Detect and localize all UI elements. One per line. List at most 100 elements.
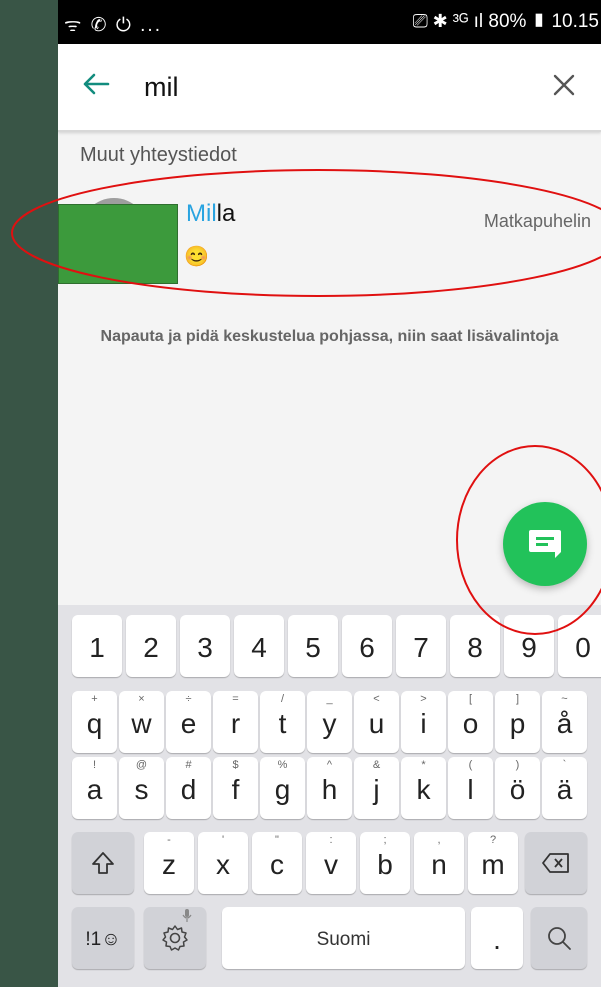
- battery-icon: ▮: [531, 11, 547, 32]
- key-secondary-label: `: [562, 759, 567, 771]
- key-h[interactable]: ^ h: [307, 757, 352, 819]
- key-4[interactable]: 4: [234, 615, 284, 677]
- key-5[interactable]: 5: [288, 615, 338, 677]
- key-label: ö: [509, 774, 526, 805]
- key-secondary-label: _: [326, 693, 333, 705]
- key-secondary-label: !: [92, 759, 97, 771]
- status-right-icons: ⎚ ✱ ³ᴳ ıl: [412, 11, 484, 32]
- key-å[interactable]: ~ å: [542, 691, 587, 753]
- key-a[interactable]: ! a: [72, 757, 117, 819]
- key-i[interactable]: > i: [401, 691, 446, 753]
- back-arrow-icon[interactable]: [78, 66, 114, 102]
- key-t[interactable]: / t: [260, 691, 305, 753]
- key-secondary-label: ": [275, 834, 279, 846]
- key-m[interactable]: ? m: [468, 832, 518, 894]
- key-label: d: [180, 774, 197, 805]
- key-label: 0: [575, 632, 591, 663]
- contact-name-rest: la: [216, 200, 236, 227]
- key-label: ä: [556, 774, 573, 805]
- key-k[interactable]: * k: [401, 757, 446, 819]
- key-label: g: [274, 774, 291, 805]
- key-label: f: [231, 774, 240, 805]
- search-key[interactable]: [531, 907, 587, 969]
- key-v[interactable]: :v: [306, 832, 356, 894]
- phone-screen: ᯤ ✆ ⏻ ... ⎚ ✱ ³ᴳ ıl 80% ▮ 10.15 mil Muut…: [58, 0, 601, 987]
- key-ä[interactable]: ` ä: [542, 757, 587, 819]
- key-j[interactable]: & j: [354, 757, 399, 819]
- key-q[interactable]: + q: [72, 691, 117, 753]
- key-f[interactable]: $ f: [213, 757, 258, 819]
- key-x[interactable]: ' x: [198, 832, 248, 894]
- key-b[interactable]: ; b: [360, 832, 410, 894]
- key-w[interactable]: × w: [119, 691, 164, 753]
- key-label: z: [162, 849, 176, 880]
- keyboard-settings-key[interactable]: [144, 907, 206, 969]
- hint-text: Napauta ja pidä keskustelua pohjassa, ni…: [100, 328, 559, 345]
- key-label: e: [180, 708, 197, 739]
- key-3[interactable]: 3: [180, 615, 230, 677]
- contact-name: Milla: [186, 200, 235, 228]
- key-p[interactable]: ] p: [495, 691, 540, 753]
- key-ö[interactable]: ) ö: [495, 757, 540, 819]
- key-secondary-label: $: [232, 759, 239, 771]
- new-message-button[interactable]: [503, 502, 587, 586]
- search-bar: mil: [58, 44, 601, 132]
- key-7[interactable]: 7: [396, 615, 446, 677]
- status-left-icons: ᯤ ✆ ⏻ ...: [64, 15, 162, 36]
- key-label: i: [420, 708, 427, 739]
- key-g[interactable]: % g: [260, 757, 305, 819]
- key-1[interactable]: 1: [72, 615, 122, 677]
- clear-search-icon[interactable]: [549, 70, 579, 100]
- status-right: ⎚ ✱ ³ᴳ ıl 80% ▮ 10.15: [413, 11, 599, 33]
- key-u[interactable]: < u: [354, 691, 399, 753]
- key-label: j: [373, 774, 380, 805]
- key-label: v: [324, 849, 338, 880]
- key-label: m: [481, 849, 505, 880]
- battery-level: 80%: [488, 11, 527, 32]
- key-r[interactable]: = r: [213, 691, 258, 753]
- symbols-key[interactable]: !1☺: [72, 907, 134, 969]
- key-secondary-label: &: [372, 759, 381, 771]
- key-c[interactable]: " c: [252, 832, 302, 894]
- key-secondary-label: ÷: [185, 693, 192, 705]
- key-label: p: [509, 708, 526, 739]
- key-d[interactable]: # d: [166, 757, 211, 819]
- key-0[interactable]: 0: [558, 615, 601, 677]
- key-label: c: [270, 849, 284, 880]
- key-o[interactable]: [o: [448, 691, 493, 753]
- message-icon: [529, 530, 561, 558]
- key-z[interactable]: -z: [144, 832, 194, 894]
- key-s[interactable]: @ s: [119, 757, 164, 819]
- key-label: a: [86, 774, 103, 805]
- key-secondary-label: ': [221, 834, 225, 846]
- backspace-key[interactable]: [525, 832, 587, 894]
- key-2[interactable]: 2: [126, 615, 176, 677]
- key-secondary-label: [: [468, 693, 473, 705]
- key-label: x: [216, 849, 230, 880]
- contact-list-item[interactable]: Milla Matkapuhelin 😊: [58, 180, 601, 290]
- key-label: u: [368, 708, 385, 739]
- key-label: s: [134, 774, 149, 805]
- key-8[interactable]: 8: [450, 615, 500, 677]
- key-secondary-label: ]: [515, 693, 520, 705]
- key-label: y: [322, 708, 337, 739]
- key-label: o: [462, 708, 479, 739]
- key-secondary-label: ;: [383, 834, 387, 846]
- key-e[interactable]: ÷ e: [166, 691, 211, 753]
- key-label: k: [416, 774, 431, 805]
- key-6[interactable]: 6: [342, 615, 392, 677]
- key-label: 5: [305, 632, 321, 663]
- status-bar: ᯤ ✆ ⏻ ... ⎚ ✱ ³ᴳ ıl 80% ▮ 10.15: [58, 0, 601, 44]
- key-9[interactable]: 9: [504, 615, 554, 677]
- search-input[interactable]: mil: [144, 72, 179, 103]
- key-secondary-label: /: [280, 693, 285, 705]
- shift-key[interactable]: [72, 832, 134, 894]
- space-key[interactable]: Suomi: [222, 907, 465, 969]
- key-n[interactable]: ,n: [414, 832, 464, 894]
- key-label: 8: [467, 632, 483, 663]
- period-key[interactable]: .: [471, 907, 523, 969]
- key-y[interactable]: _ y: [307, 691, 352, 753]
- key-label: n: [431, 849, 447, 880]
- key-secondary-label: @: [135, 759, 148, 771]
- key-l[interactable]: (l: [448, 757, 493, 819]
